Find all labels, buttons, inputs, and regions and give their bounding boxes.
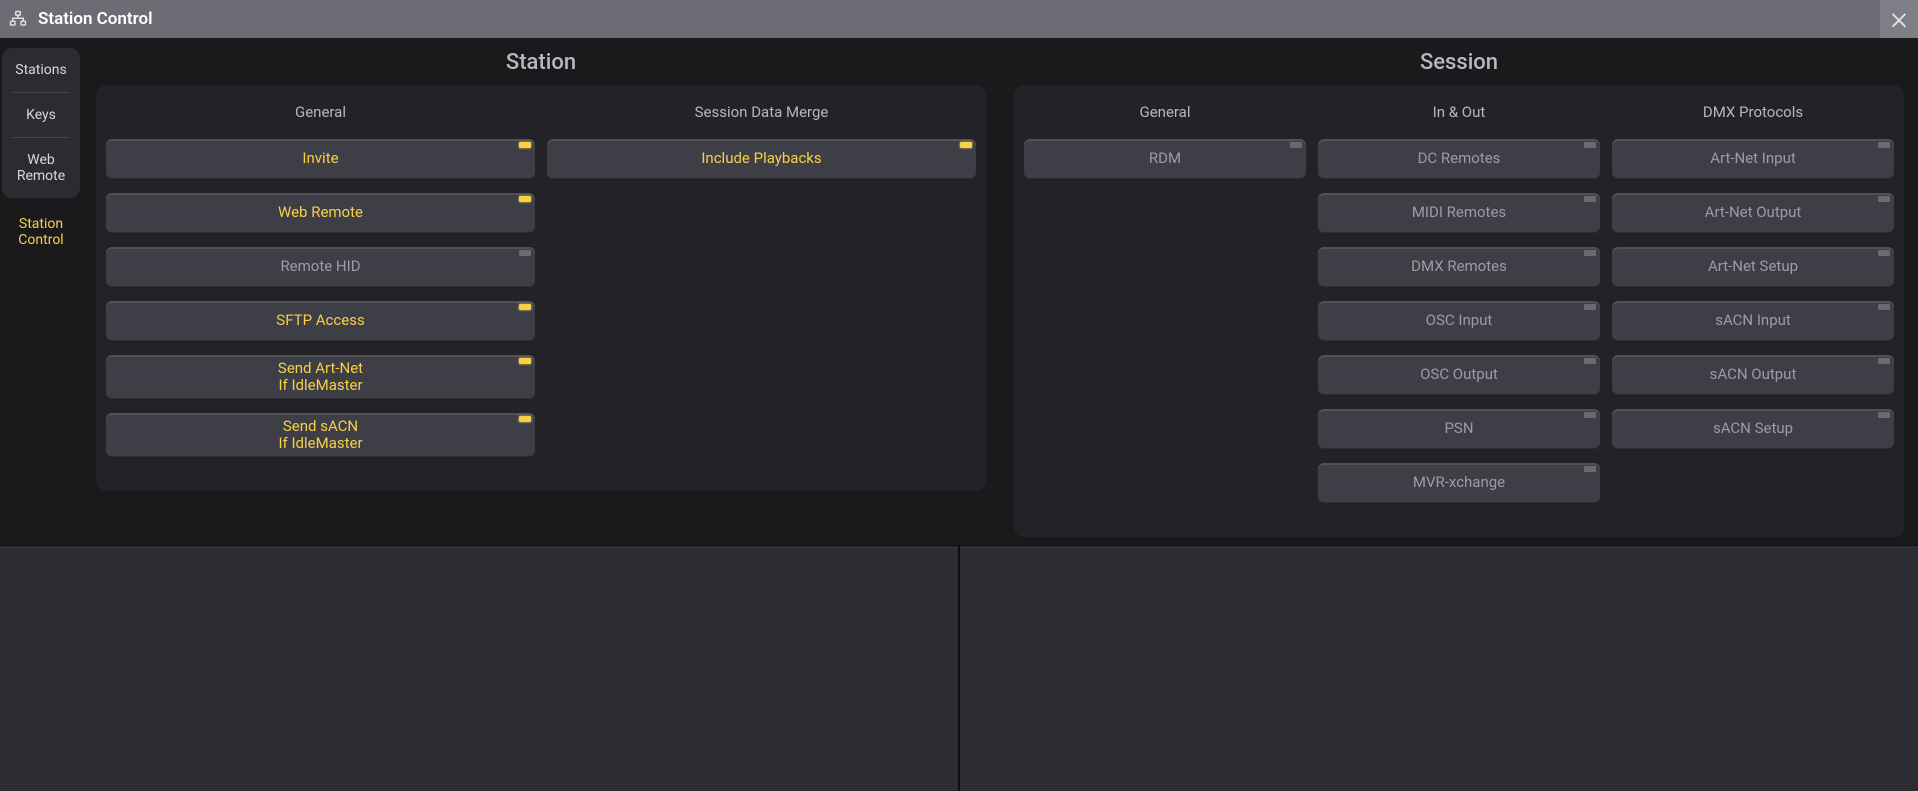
toggle-dc-remotes[interactable]: DC Remotes xyxy=(1318,139,1600,179)
status-indicator-icon xyxy=(519,358,531,364)
status-indicator-icon xyxy=(1878,358,1890,364)
button-label: Art-Net Setup xyxy=(1708,258,1798,275)
button-label: DC Remotes xyxy=(1418,150,1501,167)
network-icon xyxy=(8,9,28,29)
status-indicator-icon xyxy=(1584,304,1596,310)
toggle-sacn-setup[interactable]: sACN Setup xyxy=(1612,409,1894,449)
status-indicator-icon xyxy=(1878,196,1890,202)
column-header: Session Data Merge xyxy=(547,97,976,139)
status-indicator-icon xyxy=(1878,142,1890,148)
toggle-send-art-net-if-idlemaster[interactable]: Send Art-NetIf IdleMaster xyxy=(106,355,535,399)
toggle-art-net-output[interactable]: Art-Net Output xyxy=(1612,193,1894,233)
column-dmx-protocols: DMX Protocols Art-Net Input Art-Net Output… xyxy=(1612,97,1894,517)
toggle-web-remote[interactable]: Web Remote xyxy=(106,193,535,233)
window-title: Station Control xyxy=(38,9,153,29)
sidebar-tab-group: Stations Keys Web Remote xyxy=(2,48,80,198)
column-general: General RDM xyxy=(1024,97,1306,517)
column-header: DMX Protocols xyxy=(1612,97,1894,139)
column-header: General xyxy=(1024,97,1306,139)
toggle-psn[interactable]: PSN xyxy=(1318,409,1600,449)
toggle-send-sacn-if-idlemaster[interactable]: Send sACNIf IdleMaster xyxy=(106,413,535,457)
status-indicator-icon xyxy=(1584,466,1596,472)
button-label: Invite xyxy=(302,150,338,167)
status-indicator-icon xyxy=(519,142,531,148)
status-indicator-icon xyxy=(1584,358,1596,364)
column-header: General xyxy=(106,97,535,139)
sidebar-tab-stations[interactable]: Stations xyxy=(2,48,80,92)
button-label: Include Playbacks xyxy=(701,150,821,167)
station-panel-group: Station General Invite Web Remote Remote HI… xyxy=(96,44,986,537)
toggle-remote-hid[interactable]: Remote HID xyxy=(106,247,535,287)
button-label: Art-Net Input xyxy=(1710,150,1796,167)
status-indicator-icon xyxy=(519,416,531,422)
status-indicator-icon xyxy=(1878,304,1890,310)
button-label: Web Remote xyxy=(278,204,363,221)
sidebar-tab-station-control[interactable]: Station Control xyxy=(0,206,82,248)
title-bar: Station Control xyxy=(0,0,1918,38)
status-indicator-icon xyxy=(519,250,531,256)
bottom-panel-left xyxy=(0,545,958,791)
toggle-osc-input[interactable]: OSC Input xyxy=(1318,301,1600,341)
toggle-sacn-output[interactable]: sACN Output xyxy=(1612,355,1894,395)
button-label: SFTP Access xyxy=(276,312,364,329)
status-indicator-icon xyxy=(1290,142,1302,148)
bottom-strip xyxy=(0,545,1918,791)
status-indicator-icon xyxy=(1584,142,1596,148)
column-in-out: In & Out DC Remotes MIDI Remotes DMX Remote… xyxy=(1318,97,1600,517)
status-indicator-icon xyxy=(960,142,972,148)
button-label: Send sACNIf IdleMaster xyxy=(278,418,362,453)
station-panel: General Invite Web Remote Remote HID SFTP Ac… xyxy=(96,85,986,491)
button-label: OSC Output xyxy=(1420,366,1498,383)
status-indicator-icon xyxy=(519,304,531,310)
session-title: Session xyxy=(1014,44,1904,85)
button-label: sACN Input xyxy=(1715,312,1791,329)
toggle-invite[interactable]: Invite xyxy=(106,139,535,179)
button-label: sACN Output xyxy=(1710,366,1797,383)
button-label: MVR-xchange xyxy=(1413,474,1505,491)
status-indicator-icon xyxy=(1584,196,1596,202)
status-indicator-icon xyxy=(1584,250,1596,256)
button-label: Send Art-NetIf IdleMaster xyxy=(278,360,363,395)
button-label: OSC Input xyxy=(1426,312,1493,329)
button-label: RDM xyxy=(1149,150,1181,167)
close-icon xyxy=(1888,8,1910,30)
sidebar-tab-keys[interactable]: Keys xyxy=(2,93,80,137)
toggle-art-net-setup[interactable]: Art-Net Setup xyxy=(1612,247,1894,287)
status-indicator-icon xyxy=(1878,250,1890,256)
close-button[interactable] xyxy=(1880,0,1918,38)
button-label: Remote HID xyxy=(280,258,360,275)
toggle-sacn-input[interactable]: sACN Input xyxy=(1612,301,1894,341)
session-panel: General RDM In & Out DC Remotes MIDI Remotes… xyxy=(1014,85,1904,537)
column-header: In & Out xyxy=(1318,97,1600,139)
bottom-panel-right xyxy=(958,545,1918,791)
button-label: Art-Net Output xyxy=(1705,204,1802,221)
station-title: Station xyxy=(96,44,986,85)
toggle-art-net-input[interactable]: Art-Net Input xyxy=(1612,139,1894,179)
toggle-sftp-access[interactable]: SFTP Access xyxy=(106,301,535,341)
column-general: General Invite Web Remote Remote HID SFTP Ac… xyxy=(106,97,535,471)
button-label: sACN Setup xyxy=(1713,420,1793,437)
toggle-osc-output[interactable]: OSC Output xyxy=(1318,355,1600,395)
toggle-midi-remotes[interactable]: MIDI Remotes xyxy=(1318,193,1600,233)
toggle-include-playbacks[interactable]: Include Playbacks xyxy=(547,139,976,179)
column-session-data-merge: Session Data Merge Include Playbacks xyxy=(547,97,976,471)
toggle-mvr-xchange[interactable]: MVR-xchange xyxy=(1318,463,1600,503)
button-label: DMX Remotes xyxy=(1411,258,1507,275)
button-label: PSN xyxy=(1444,420,1473,437)
toggle-rdm[interactable]: RDM xyxy=(1024,139,1306,179)
status-indicator-icon xyxy=(1878,412,1890,418)
session-panel-group: Session General RDM In & Out DC Remotes MIDI… xyxy=(1014,44,1904,537)
sidebar-tab-web-remote[interactable]: Web Remote xyxy=(2,138,80,198)
panels-row: Station General Invite Web Remote Remote HI… xyxy=(82,38,1918,537)
button-label: MIDI Remotes xyxy=(1412,204,1506,221)
status-indicator-icon xyxy=(519,196,531,202)
status-indicator-icon xyxy=(1584,412,1596,418)
toggle-dmx-remotes[interactable]: DMX Remotes xyxy=(1318,247,1600,287)
